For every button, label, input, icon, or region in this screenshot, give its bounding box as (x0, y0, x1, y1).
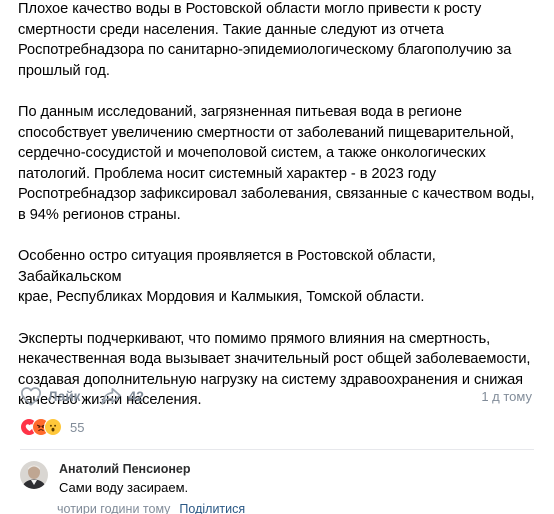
share-count: 42 (128, 388, 144, 404)
like-button[interactable]: Лайк (20, 386, 80, 406)
post-paragraph-2: По данным исследований, загрязненная пит… (18, 104, 535, 223)
comment-share-link[interactable]: Поділитися (179, 500, 245, 514)
comment: Анатолий Пенсионер Сами воду засираем. ч… (20, 461, 534, 514)
share-button[interactable]: 42 (100, 386, 144, 406)
reactions-count: 55 (70, 419, 85, 435)
share-arrow-icon (100, 386, 122, 406)
post-text: Плохое качество воды в Ростовской област… (18, 0, 536, 411)
post-time[interactable]: 1 д тому (481, 389, 532, 404)
wow-reaction-icon (44, 418, 62, 436)
comment-text: Сами воду засираем. (59, 480, 189, 495)
reactions[interactable]: 55 (20, 418, 84, 436)
post-actions: Лайк 42 1 д тому (20, 383, 532, 409)
comment-body: Анатолий Пенсионер Сами воду засираем. ч… (57, 461, 245, 514)
post-paragraph-3: Особенно остро ситуация проявляется в Ро… (18, 248, 436, 305)
comment-author[interactable]: Анатолий Пенсионер (59, 461, 245, 477)
heart-outline-icon (20, 386, 42, 406)
divider (20, 449, 534, 450)
post: Плохое качество воды в Ростовской област… (0, 0, 554, 514)
comment-meta: чотири години тому Поділитися (57, 500, 245, 514)
post-paragraph-1: Плохое качество воды в Ростовской област… (18, 1, 512, 79)
avatar[interactable] (20, 461, 48, 489)
like-label: Лайк (48, 388, 81, 404)
comment-time[interactable]: чотири години тому (57, 500, 170, 514)
